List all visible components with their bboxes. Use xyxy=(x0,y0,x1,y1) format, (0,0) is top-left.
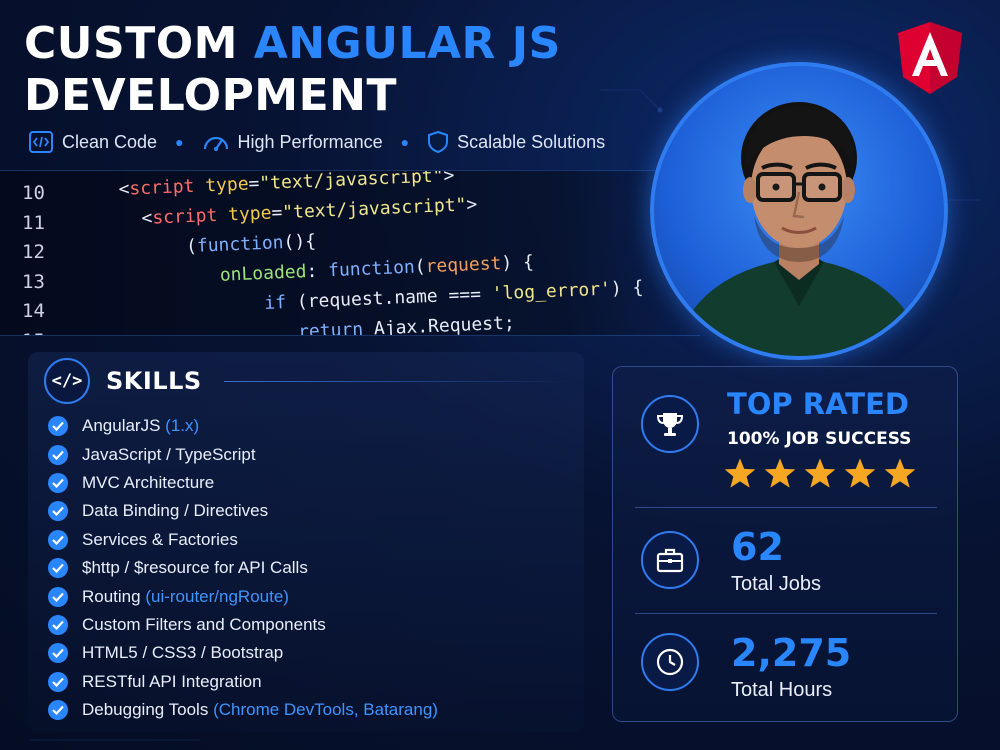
title-line-2: DEVELOPMENT xyxy=(24,70,397,121)
rating-title: TOP RATED xyxy=(727,387,909,421)
list-item: MVC Architecture xyxy=(48,469,438,497)
skill-text: JavaScript / TypeScript xyxy=(82,444,256,464)
line-number: 13 xyxy=(22,270,45,293)
check-circle-icon xyxy=(48,529,68,550)
skill-text: $http / $resource for API Calls xyxy=(82,558,308,578)
list-item: RESTful API Integration xyxy=(48,668,438,696)
skill-text: Custom Filters and Components xyxy=(82,614,326,634)
separator-dot: ● xyxy=(175,134,184,150)
separator-dot: ● xyxy=(400,134,410,150)
star-icon xyxy=(724,458,756,488)
list-item: Services & Factories xyxy=(48,526,438,554)
star-icon xyxy=(804,458,836,488)
list-item: Routing (ui-router/ngRoute) xyxy=(48,582,438,610)
list-item: Debugging Tools (Chrome DevTools, Batara… xyxy=(48,696,438,724)
skill-text: HTML5 / CSS3 / Bootstrap xyxy=(82,643,284,663)
check-circle-icon xyxy=(48,671,68,692)
skill-text: MVC Architecture xyxy=(82,472,215,492)
list-item: Custom Filters and Components xyxy=(48,611,438,639)
star-icon xyxy=(764,458,796,488)
person-avatar xyxy=(674,102,924,356)
total-hours-label: Total Hours xyxy=(731,679,833,701)
star-icon xyxy=(844,458,876,488)
check-circle-icon xyxy=(48,700,68,721)
title-white-part: CUSTOM xyxy=(24,18,254,69)
list-item: JavaScript / TypeScript xyxy=(48,440,438,468)
skill-text: Routing xyxy=(82,586,146,606)
trophy-icon xyxy=(641,395,699,453)
line-number: 10 xyxy=(22,182,45,204)
feature-high-performance: High Performance xyxy=(202,131,383,153)
feature-label: Clean Code xyxy=(62,131,158,152)
rating-subtitle: 100% JOB SUCCESS xyxy=(727,429,912,449)
skills-divider xyxy=(224,381,574,382)
angular-logo-icon xyxy=(898,22,962,94)
list-item: Data Binding / Directives xyxy=(48,497,438,525)
skills-title: SKILLS xyxy=(106,367,202,395)
profile-photo xyxy=(650,62,948,360)
total-jobs-label: Total Jobs xyxy=(731,573,822,595)
title-accent-part: ANGULAR JS xyxy=(253,18,561,69)
star-rating xyxy=(723,457,917,489)
stats-divider xyxy=(635,613,937,614)
check-circle-icon xyxy=(48,643,68,664)
skills-panel: </> SKILLS AngularJS (1.x) JavaScript / … xyxy=(28,352,584,732)
line-number: 12 xyxy=(22,241,45,263)
feature-scalable-solutions: Scalable Solutions xyxy=(427,130,605,154)
line-number-gutter: 10 11 12 13 14 15 xyxy=(22,179,45,336)
skill-note: (Chrome DevTools, Batarang) xyxy=(213,700,438,720)
page-title: CUSTOM ANGULAR JS DEVELOPMENT xyxy=(24,18,561,122)
shield-icon xyxy=(427,130,449,154)
skills-header: </> SKILLS xyxy=(44,358,202,404)
total-jobs-value: 62 xyxy=(731,525,784,569)
code-text: <script type="text/javascript"> <script … xyxy=(118,170,644,336)
list-item: AngularJS (1.x) xyxy=(48,412,438,440)
check-circle-icon xyxy=(48,416,68,437)
line-number: 11 xyxy=(22,211,45,234)
briefcase-icon xyxy=(641,531,699,589)
skill-text: Services & Factories xyxy=(82,529,238,549)
skill-text: Debugging Tools xyxy=(82,700,214,720)
feature-row: Clean Code ● High Performance ● Scalable… xyxy=(28,130,605,154)
code-brackets-icon: </> xyxy=(44,358,90,404)
list-item: $http / $resource for API Calls xyxy=(48,554,438,582)
check-circle-icon xyxy=(48,558,68,579)
star-icon xyxy=(884,458,916,488)
feature-label: High Performance xyxy=(237,131,383,152)
skill-text: Data Binding / Directives xyxy=(82,501,269,521)
check-circle-icon xyxy=(48,444,68,465)
check-circle-icon xyxy=(48,614,68,635)
check-circle-icon xyxy=(48,586,68,607)
skill-note: (ui-router/ngRoute) xyxy=(145,586,289,606)
line-number: 15 xyxy=(22,327,45,336)
feature-clean-code: Clean Code xyxy=(28,130,157,154)
skill-text: RESTful API Integration xyxy=(82,671,262,691)
stats-panel: TOP RATED 100% JOB SUCCESS 62 Total Jobs… xyxy=(612,366,958,722)
stats-divider xyxy=(635,507,937,508)
check-circle-icon xyxy=(48,501,68,522)
skill-list: AngularJS (1.x) JavaScript / TypeScript … xyxy=(48,412,438,724)
code-snippet-panel: 10 11 12 13 14 15 <script type="text/jav… xyxy=(0,170,700,336)
code-file-icon xyxy=(28,130,54,154)
total-hours-value: 2,275 xyxy=(731,631,852,675)
line-number: 14 xyxy=(22,300,45,322)
skill-text: AngularJS xyxy=(82,416,166,436)
skill-note: (1.x) xyxy=(165,416,200,436)
speedometer-icon xyxy=(202,131,230,153)
clock-icon xyxy=(641,633,699,691)
feature-label: Scalable Solutions xyxy=(457,131,606,152)
check-circle-icon xyxy=(48,472,68,493)
list-item: HTML5 / CSS3 / Bootstrap xyxy=(48,639,438,667)
